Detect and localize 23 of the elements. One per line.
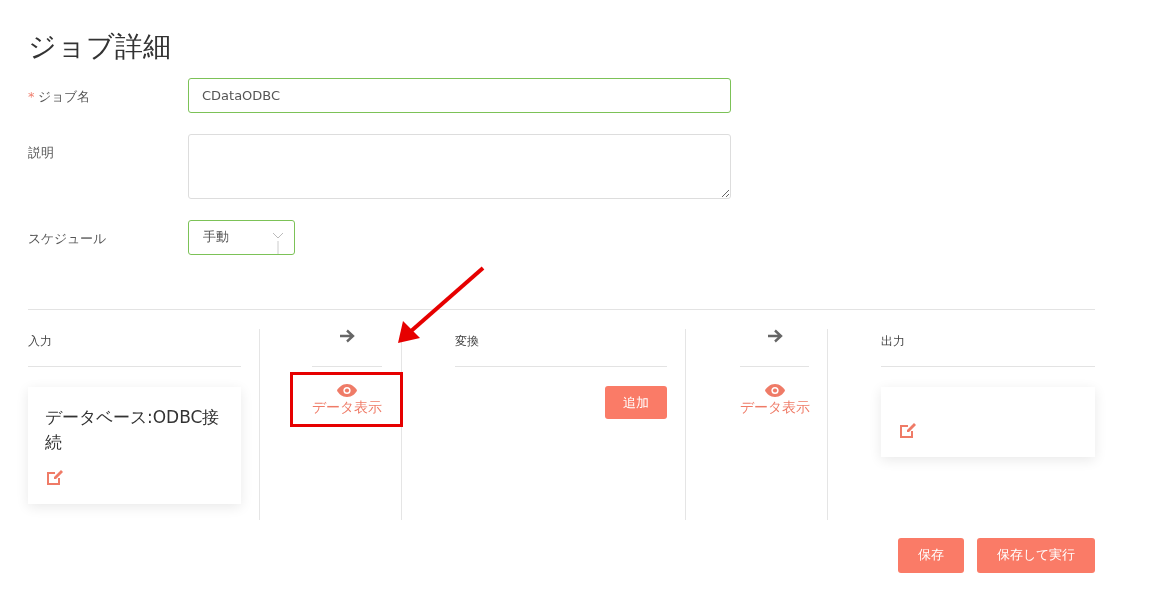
stage-heading: 出力 xyxy=(881,333,905,348)
chevron-down-icon xyxy=(272,230,284,255)
view-data-link[interactable]: データ表示 xyxy=(293,383,400,418)
schedule-dropdown[interactable]: 手動 xyxy=(188,219,295,255)
save-button[interactable]: 保存して実行 xyxy=(977,537,1095,573)
page-title: ジョブ詳細 xyxy=(28,30,172,64)
field-label: スケジュール xyxy=(28,230,106,246)
stage-heading: 変換 xyxy=(455,333,479,348)
view-data-link[interactable]: データ表示 xyxy=(740,383,809,418)
stage-heading: 入力 xyxy=(28,333,52,348)
add-button[interactable]: 追加 xyxy=(605,385,667,420)
text-field[interactable]: CDataODBC xyxy=(188,77,731,113)
arrow-right-icon xyxy=(766,328,783,343)
eye-icon xyxy=(764,383,785,397)
field-label: 説明 xyxy=(28,144,54,160)
eye-icon xyxy=(336,383,357,397)
edit-icon[interactable] xyxy=(898,420,918,439)
save-button[interactable]: 保存 xyxy=(898,537,964,573)
required-mark: * xyxy=(28,88,35,104)
arrow-right-icon xyxy=(339,328,355,343)
edit-icon[interactable] xyxy=(45,467,65,486)
card-title: データベース:ODBC接続 xyxy=(45,405,221,455)
field-label: ジョブ名 xyxy=(37,88,90,104)
